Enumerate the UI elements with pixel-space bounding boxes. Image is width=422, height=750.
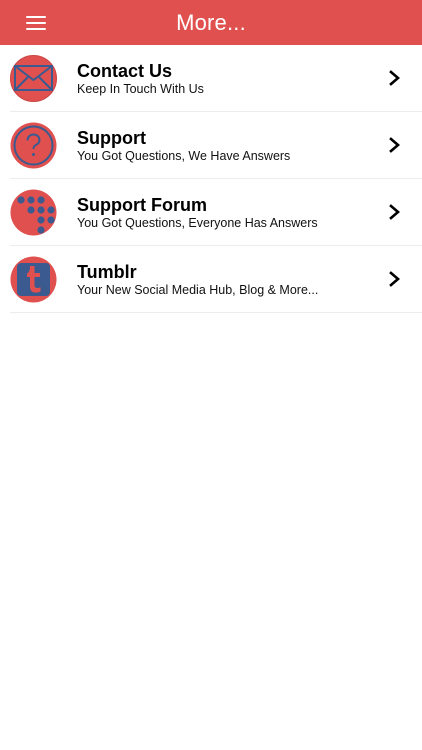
list-item-tumblr[interactable]: Tumblr Your New Social Media Hub, Blog &… bbox=[10, 246, 422, 313]
list-item-subtitle: You Got Questions, We Have Answers bbox=[77, 149, 291, 163]
list-item-support[interactable]: Support You Got Questions, We Have Answe… bbox=[10, 112, 422, 179]
page-title: More... bbox=[176, 10, 246, 35]
list-item-subtitle: Your New Social Media Hub, Blog & More..… bbox=[77, 283, 319, 297]
header-bar: More... bbox=[0, 0, 422, 45]
tumblr-icon bbox=[10, 256, 57, 303]
more-list: Contact Us Keep In Touch With Us Support… bbox=[0, 45, 422, 313]
list-item-title: Tumblr bbox=[77, 262, 137, 282]
chevron-right-icon bbox=[388, 137, 402, 153]
list-item-title: Support Forum bbox=[77, 195, 207, 215]
list-item-contact-us[interactable]: Contact Us Keep In Touch With Us bbox=[10, 45, 422, 112]
question-mark-icon bbox=[10, 122, 57, 169]
chevron-right-icon bbox=[388, 70, 402, 86]
list-item-support-forum[interactable]: Support Forum You Got Questions, Everyon… bbox=[10, 179, 422, 246]
dots-grid-icon bbox=[10, 189, 57, 236]
app-screen: More... Contact Us Keep In Touch With Us bbox=[0, 0, 422, 750]
list-item-subtitle: You Got Questions, Everyone Has Answers bbox=[77, 216, 318, 230]
envelope-icon bbox=[10, 55, 57, 102]
list-item-title: Support bbox=[77, 128, 146, 148]
list-item-subtitle: Keep In Touch With Us bbox=[77, 82, 204, 96]
chevron-right-icon bbox=[388, 271, 402, 287]
chevron-right-icon bbox=[388, 204, 402, 220]
list-item-title: Contact Us bbox=[77, 61, 173, 81]
